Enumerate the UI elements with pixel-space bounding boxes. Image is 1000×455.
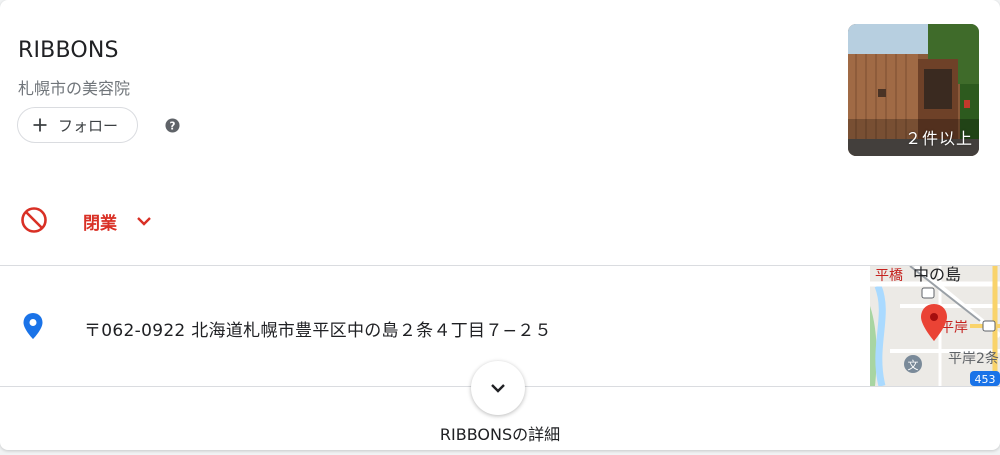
- help-icon[interactable]: ?: [165, 118, 180, 133]
- map-route-badge: 453: [975, 373, 996, 386]
- place-title: RIBBONS: [18, 38, 119, 63]
- plus-icon: [33, 118, 47, 132]
- map-label-top: 中の島: [913, 266, 961, 284]
- map-label-bottom: 平岸2条: [948, 350, 999, 367]
- map-image: 平橋 中の島 平岸 平岸2条 文 453: [870, 266, 1000, 386]
- place-photo[interactable]: ２件以上: [848, 24, 979, 156]
- chevron-down-icon[interactable]: [135, 212, 153, 230]
- details-link[interactable]: RIBBONSの詳細: [0, 421, 1000, 445]
- place-card: RIBBONS 札幌市の美容院 フォロー ? ２件以上 閉業 〒062-0922…: [0, 0, 1000, 450]
- follow-button[interactable]: フォロー: [17, 107, 138, 143]
- prohibited-icon: [21, 207, 47, 233]
- follow-button-label: フォロー: [58, 116, 119, 135]
- svg-text:文: 文: [908, 358, 919, 372]
- location-pin-icon: [23, 313, 43, 339]
- business-status[interactable]: 閉業: [83, 209, 117, 234]
- map-thumbnail[interactable]: 平橋 中の島 平岸 平岸2条 文 453: [870, 266, 1000, 386]
- place-category: 札幌市の美容院: [18, 79, 131, 98]
- section-divider: [0, 265, 1000, 266]
- svg-text:?: ?: [170, 120, 176, 132]
- photo-count-label: ２件以上: [904, 129, 973, 148]
- map-label-left: 平橋: [875, 268, 903, 284]
- expand-details-button[interactable]: [471, 361, 525, 415]
- address-text[interactable]: 〒062-0922 北海道札幌市豊平区中の島２条４丁目７−２５: [84, 316, 552, 341]
- chevron-down-icon: [491, 384, 505, 393]
